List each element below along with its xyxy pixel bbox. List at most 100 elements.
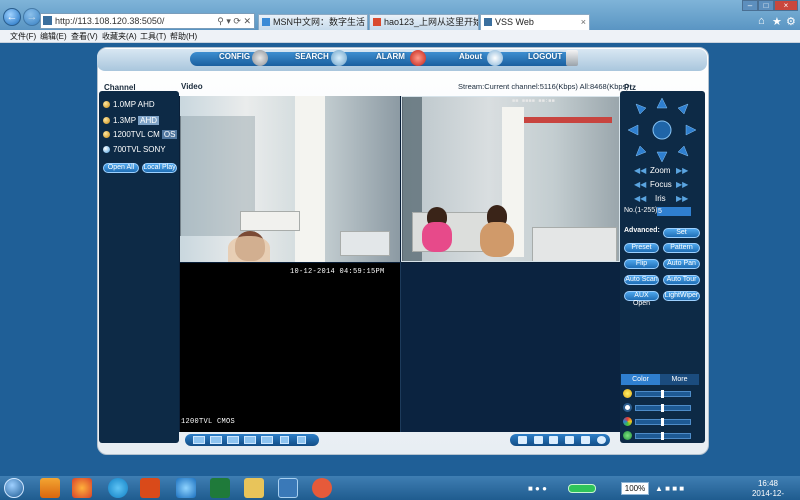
nav-about[interactable]: About — [459, 52, 482, 61]
video-cell-2[interactable]: ■■ ■■■■ ■■:■■ — [401, 96, 620, 262]
channel-item-3[interactable]: 1200TVL CM OS — [103, 130, 178, 139]
alarm-siren-icon[interactable] — [410, 50, 426, 66]
layout-9-icon[interactable] — [261, 436, 273, 444]
audio-icon[interactable] — [581, 436, 590, 444]
focus-far-arrow[interactable]: ▶▶ — [676, 180, 688, 189]
talk-icon[interactable] — [565, 436, 574, 444]
next-page-icon[interactable] — [297, 436, 306, 444]
stop-all-icon[interactable] — [597, 436, 606, 444]
channel-item-1[interactable]: 1.0MP AHD — [103, 100, 155, 109]
menu-view[interactable]: 查看(V) — [71, 31, 98, 42]
snapshot-icon[interactable] — [534, 436, 543, 444]
address-tools-icon[interactable]: ⚲ ▾ ⟳ ✕ — [217, 14, 251, 28]
saturation-slider-knob[interactable] — [661, 418, 664, 426]
app-icon[interactable] — [312, 478, 332, 498]
ptz-up-left-arrow[interactable] — [635, 103, 647, 115]
hue-slider-knob[interactable] — [661, 432, 664, 440]
channel-item-4[interactable]: 700TVL SONY — [103, 145, 166, 154]
maximize-button[interactable]: □ — [758, 0, 774, 11]
auto-tour-button[interactable]: Auto Tour — [663, 275, 700, 285]
tab-more[interactable]: More — [660, 374, 699, 385]
config-gear-icon[interactable] — [252, 50, 268, 66]
app-icon[interactable] — [140, 478, 160, 498]
menu-help[interactable]: 帮助(H) — [170, 31, 197, 42]
ptz-up-arrow[interactable] — [656, 97, 668, 109]
light-wiper-button[interactable]: LightWiper — [663, 291, 700, 301]
logout-door-icon[interactable] — [566, 50, 578, 66]
favorites-star-icon[interactable]: ★ — [772, 15, 782, 28]
focus-near-arrow[interactable]: ◀◀ — [634, 180, 646, 189]
contrast-slider-knob[interactable] — [661, 404, 664, 412]
open-all-button[interactable]: Open All — [103, 163, 139, 173]
home-icon[interactable]: ⌂ — [758, 15, 765, 27]
local-play-button[interactable]: Local Play — [142, 163, 177, 173]
menu-favorites[interactable]: 收藏夹(A) — [102, 31, 137, 42]
ptz-up-right-arrow[interactable] — [677, 103, 689, 115]
vlc-icon[interactable] — [40, 478, 60, 498]
auto-pan-button[interactable]: Auto Pan — [663, 259, 700, 269]
tab-msn[interactable]: MSN中文网：数字生活 由... — [258, 14, 368, 30]
internet-explorer-icon[interactable] — [176, 478, 196, 498]
ptz-down-left-arrow[interactable] — [635, 145, 647, 157]
layout-1-icon[interactable] — [193, 436, 205, 444]
menu-tools[interactable]: 工具(T) — [140, 31, 166, 42]
close-tab-icon[interactable]: × — [581, 15, 586, 29]
layout-8-icon[interactable] — [244, 436, 256, 444]
nav-search[interactable]: SEARCH — [295, 52, 329, 61]
layout-4-icon[interactable] — [210, 436, 222, 444]
ptz-down-arrow[interactable] — [656, 151, 668, 163]
zoom-in-arrow[interactable]: ▶▶ — [676, 166, 688, 175]
minimize-button[interactable]: – — [742, 0, 758, 11]
tab-vss-web[interactable]: VSS Web × — [480, 14, 590, 30]
forward-button[interactable]: → — [23, 8, 41, 26]
nav-config[interactable]: CONFIG — [219, 52, 250, 61]
ptz-direction-pad[interactable] — [624, 96, 700, 164]
tray-icons[interactable]: ■ ● ● — [528, 484, 547, 493]
start-button[interactable] — [4, 478, 24, 498]
ptz-down-right-arrow[interactable] — [677, 145, 689, 157]
pattern-button[interactable]: Pattern — [663, 243, 700, 253]
auto-scan-button[interactable]: Auto Scan — [624, 275, 659, 285]
fullscreen-icon[interactable] — [518, 436, 527, 444]
layout-6-icon[interactable] — [227, 436, 239, 444]
iris-close-arrow[interactable]: ◀◀ — [634, 194, 646, 203]
nav-alarm[interactable]: ALARM — [376, 52, 405, 61]
system-clock[interactable]: 16:48 2014-12-10 — [748, 479, 788, 500]
explorer-folder-icon[interactable] — [244, 478, 264, 498]
preset-button[interactable]: Preset — [624, 243, 659, 253]
ptz-left-arrow[interactable] — [627, 124, 639, 136]
battery-icon[interactable] — [568, 484, 596, 493]
close-window-button[interactable]: × — [774, 0, 798, 11]
menu-edit[interactable]: 编辑(E) — [40, 31, 67, 42]
ptz-center-icon[interactable] — [652, 120, 672, 140]
settings-gear-icon[interactable]: ⚙ — [786, 15, 796, 28]
preset-number-input[interactable]: 5 — [657, 207, 691, 216]
video-cell-1[interactable] — [180, 96, 400, 262]
video-cell-4[interactable] — [401, 263, 620, 432]
firefox-icon[interactable] — [72, 478, 92, 498]
ptz-right-arrow[interactable] — [685, 124, 697, 136]
tray-icons[interactable]: ▲ ■ ■ ■ — [655, 484, 684, 493]
nav-logout[interactable]: LOGOUT — [528, 52, 562, 61]
back-button[interactable]: ← — [3, 8, 21, 26]
menu-file[interactable]: 文件(F) — [10, 31, 36, 42]
zoom-out-arrow[interactable]: ◀◀ — [634, 166, 646, 175]
search-magnifier-icon[interactable] — [331, 50, 347, 66]
iris-open-arrow[interactable]: ▶▶ — [676, 194, 688, 203]
video-cell-3[interactable]: 10-12-2014 04:59:15PM 1200TVL CMOS — [180, 263, 400, 432]
about-info-icon[interactable] — [487, 50, 503, 66]
tab-color[interactable]: Color — [621, 374, 660, 385]
zoom-level[interactable]: 100% — [621, 482, 649, 495]
set-button[interactable]: Set — [663, 228, 700, 238]
tab-hao123[interactable]: hao123_上网从这里开始 — [369, 14, 479, 30]
skype-icon[interactable] — [108, 478, 128, 498]
brightness-slider-knob[interactable] — [661, 390, 664, 398]
prev-page-icon[interactable] — [280, 436, 289, 444]
ie-running-icon[interactable] — [278, 478, 298, 498]
excel-icon[interactable] — [210, 478, 230, 498]
channel-item-2[interactable]: 1.3MP AHD — [103, 116, 160, 125]
aux-open-button[interactable]: AUX Open — [624, 291, 659, 307]
record-icon[interactable] — [549, 436, 558, 444]
address-bar[interactable]: http://113.108.120.38:5050/ ⚲ ▾ ⟳ ✕ — [40, 13, 255, 29]
flip-button[interactable]: Flip — [624, 259, 659, 269]
